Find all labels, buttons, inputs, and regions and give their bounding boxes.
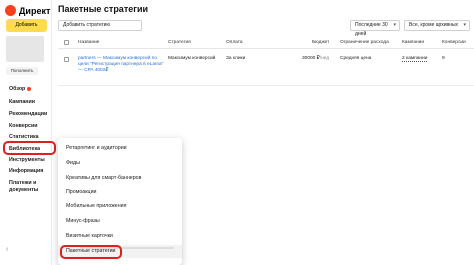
sidebar-item-overview[interactable]: Обзор (9, 86, 32, 92)
table-header: Название Стратегия Оплата Бюджет Огранич… (58, 37, 474, 49)
campaigns-link[interactable]: 2 кампании (402, 56, 428, 62)
sidebar-item-info[interactable]: Информация (9, 168, 43, 174)
budget-cell: 30000 ₽/нед (302, 56, 329, 61)
table-row[interactable]: partners — Максимум конверсий по цели "Р… (58, 50, 474, 86)
select-all-checkbox[interactable] (64, 40, 69, 45)
sidebar-item-campaigns[interactable]: Кампании (9, 99, 35, 105)
col-strategy[interactable]: Стратегия (168, 40, 191, 45)
chevron-down-icon: ▾ (463, 22, 466, 28)
add-strategy-button[interactable]: Добавить стратегию (58, 20, 142, 31)
conversions-cell: 9 (442, 56, 445, 61)
payment-cell: За клики (226, 56, 246, 61)
strategy-name-link[interactable]: partners — Максимум конверсий по цели "Р… (78, 56, 166, 74)
sidebar-item-tools[interactable]: Инструменты (9, 157, 45, 163)
yandex-logo-icon (5, 5, 16, 16)
menu-item-retargeting[interactable]: Ретаргетинг и аудитории (66, 145, 127, 151)
budget-period: /нед (319, 56, 330, 61)
row-checkbox[interactable] (64, 57, 69, 62)
account-avatar[interactable] (6, 36, 44, 62)
sidebar-item-payments[interactable]: Платежи и документы (9, 180, 49, 194)
library-highlight-frame (3, 141, 56, 155)
period-dropdown-value: Последние 30 дней (355, 22, 388, 37)
top-up-button[interactable]: Пополнить (6, 67, 38, 75)
menu-item-promo[interactable]: Промоакции (66, 189, 97, 195)
period-dropdown[interactable]: Последние 30 дней ▾ (350, 20, 400, 37)
add-button[interactable]: Добавить (6, 19, 47, 32)
limit-cell: Средняя цена (340, 56, 372, 61)
page-title: Пакетные стратегии (58, 4, 149, 14)
menu-item-smart-banners[interactable]: Креативы для смарт-баннеров (66, 175, 141, 181)
budget-value: 30000 ₽ (302, 56, 320, 61)
col-limit[interactable]: Ограничение расхода (340, 40, 389, 45)
sidebar-item-statistics[interactable]: Статистика (9, 134, 39, 140)
menu-item-mobile-apps[interactable]: Мобильные приложения (66, 203, 126, 209)
status-dropdown-value: Все, кроме архивных (409, 22, 459, 28)
menu-item-business-cards[interactable]: Визитные карточки (66, 233, 113, 239)
col-name[interactable]: Название (78, 40, 99, 45)
logo-text: Директ (19, 5, 51, 16)
sidebar-item-conversions[interactable]: Конверсии (9, 123, 38, 129)
col-campaigns[interactable]: Кампании (402, 40, 424, 45)
col-budget[interactable]: Бюджет (312, 40, 329, 45)
collapse-sidebar-icon[interactable]: ‹ (6, 246, 8, 253)
package-strategies-highlight-frame (60, 245, 122, 259)
strategy-cell: Максимум конверсий (168, 56, 216, 61)
menu-item-negative-keywords[interactable]: Минус-фразы (66, 218, 100, 224)
notification-badge (27, 86, 32, 91)
status-dropdown[interactable]: Все, кроме архивных ▾ (404, 20, 470, 31)
chevron-down-icon: ▾ (393, 22, 396, 28)
menu-item-feeds[interactable]: Фиды (66, 160, 80, 166)
logo[interactable]: Директ (5, 5, 50, 16)
sidebar-item-recommendations[interactable]: Рекомендации (9, 111, 47, 117)
col-payment[interactable]: Оплата (226, 40, 243, 45)
sidebar: Директ Добавить Пополнить Обзор Кампании… (0, 0, 52, 265)
col-conversions[interactable]: Конверсии (442, 40, 466, 45)
